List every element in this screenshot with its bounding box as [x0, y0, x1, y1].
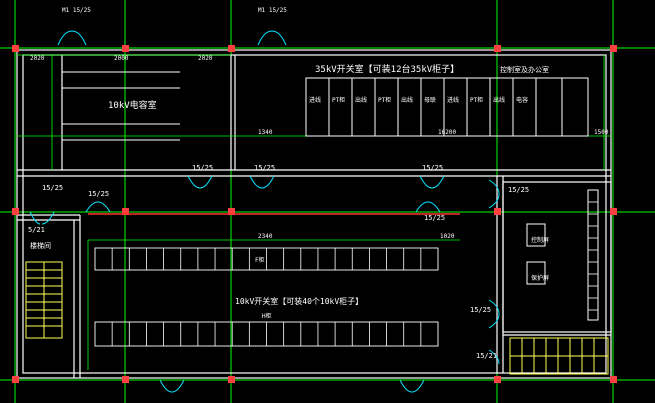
dim-lower-1: 2340 — [258, 233, 273, 240]
door-code-8: 5/21 — [28, 226, 45, 234]
cabinet-35kv-label: 进线 — [309, 96, 321, 104]
room-35kv-title: 35kV开关室【可装12台35kV柜子】 — [315, 63, 459, 75]
control-label-2: 保护屏 — [531, 274, 549, 282]
stair-label: 楼梯间 — [30, 241, 51, 250]
row-label-f: F柜 — [255, 256, 265, 264]
cabinet-35kv-label: 电容 — [516, 96, 528, 104]
door-code-2: 15/25 — [254, 164, 275, 172]
door-code-10: 15/21 — [476, 352, 497, 360]
axis-lines — [0, 0, 655, 403]
dim-top-1: 2020 — [30, 55, 45, 62]
cabinet-35kv-label: 出线 — [401, 96, 413, 104]
dim-top-2: 2000 — [114, 55, 129, 62]
dim-mid-3: 1500 — [594, 129, 609, 136]
cabinet-35kv-label: 母联 — [424, 96, 436, 104]
cabinet-35kv-label: 进线 — [447, 96, 459, 104]
door-code-3: 15/25 — [422, 164, 443, 172]
door-top-b: M1 15/25 — [258, 7, 287, 14]
stairs-left — [25, 261, 63, 339]
room-10kv-small-title: 10kV电容室 — [108, 99, 157, 111]
cabinet-35kv-label: PT柜 — [332, 96, 345, 104]
dim-top-3: 2020 — [198, 55, 213, 62]
door-top-a: M1 15/25 — [62, 7, 91, 14]
dim-lower-2: 1020 — [440, 233, 455, 240]
room-10kv-main-title: 10kV开关室【可装40个10kV柜子】 — [235, 296, 363, 306]
cabinets-35kv — [305, 77, 589, 137]
cad-floor-plan: 35kV开关室【可装12台35kV柜子】 控制室及办公室 10kV电容室 10k… — [0, 0, 655, 403]
control-label-1: 控制屏 — [531, 236, 549, 244]
control-panel-ticks — [588, 201, 598, 311]
dim-mid-2: 16200 — [438, 129, 456, 136]
cabinet-35kv-label: PT柜 — [470, 96, 483, 104]
row-label-h: H柜 — [262, 312, 272, 320]
door-code-6: 15/25 — [424, 214, 445, 222]
room-control-title: 控制室及办公室 — [500, 65, 549, 74]
cabinet-35kv-label: PT柜 — [378, 96, 391, 104]
cabinet-35kv-label: 出线 — [493, 96, 505, 104]
cabinet-35kv-label: 出线 — [355, 96, 367, 104]
door-code-9: 15/25 — [470, 306, 491, 314]
stairs-right — [509, 337, 609, 375]
control-panels — [526, 189, 599, 321]
dim-mid-1: 1340 — [258, 129, 273, 136]
door-code-5: 15/25 — [88, 190, 109, 198]
door-code-1: 15/25 — [192, 164, 213, 172]
door-code-4: 15/25 — [42, 184, 63, 192]
door-code-7: 15/25 — [508, 186, 529, 194]
